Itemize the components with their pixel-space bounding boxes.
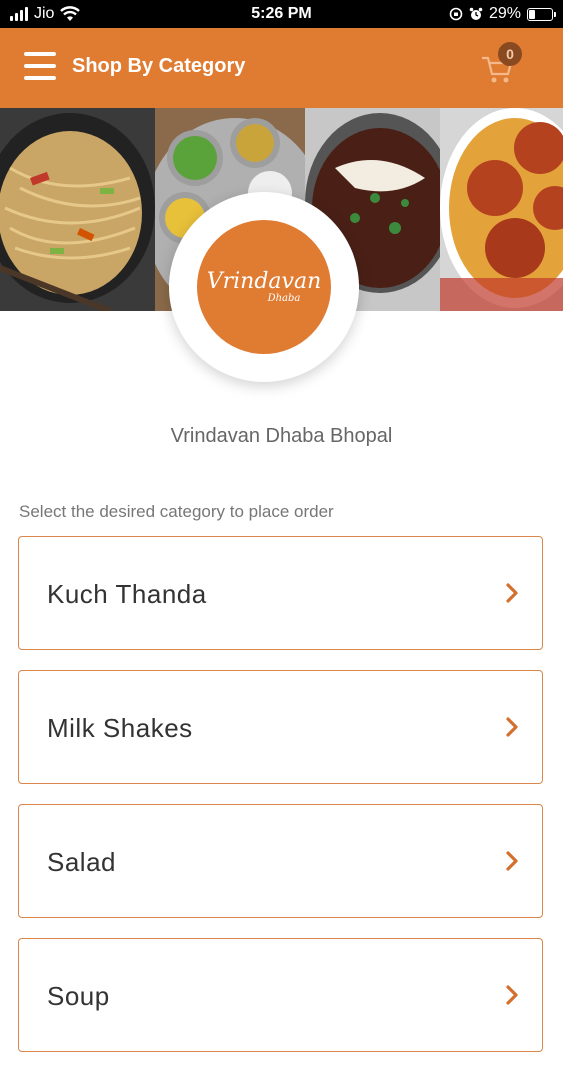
store-name: Vrindavan Dhaba Bhopal [170, 425, 393, 447]
category-label: Soup [47, 981, 110, 1011]
status-bar: Jio 5:26 PM 29% [0, 0, 563, 28]
chevron-right-icon [506, 985, 518, 1005]
chevron-right-icon [506, 583, 518, 603]
category-item-salad[interactable]: Salad [18, 804, 543, 918]
logo-main-text: Vrindavan [206, 268, 322, 294]
category-label: Salad [47, 847, 116, 877]
chevron-right-icon [506, 851, 518, 871]
category-item-milk-shakes[interactable]: Milk Shakes [18, 670, 543, 784]
instruction-text: Select the desired category to place ord… [19, 502, 334, 521]
category-item-kuch-thanda[interactable]: Kuch Thanda [18, 536, 543, 650]
battery-icon [527, 7, 556, 21]
category-item-soup[interactable]: Soup [18, 938, 543, 1052]
gulab-jamun-image [440, 108, 563, 311]
battery-percent: 29% [488, 5, 521, 22]
hamburger-menu-icon[interactable] [24, 52, 56, 80]
logo-badge: Vrindavan Dhaba [197, 220, 331, 354]
logo-sub-text: Dhaba [267, 292, 301, 304]
page-title: Shop By Category [72, 55, 246, 77]
app-header: Shop By Category 0 [0, 28, 563, 108]
orientation-lock-icon [449, 7, 463, 21]
alarm-icon [469, 7, 483, 20]
category-label: Milk Shakes [47, 713, 193, 743]
cart-count-badge: 0 [498, 42, 522, 66]
category-list: Kuch Thanda Milk Shakes Salad Soup [18, 536, 543, 1072]
cart-button[interactable]: 0 [480, 42, 528, 86]
battery-fill [529, 9, 536, 19]
noodles-image [0, 108, 160, 311]
category-label: Kuch Thanda [47, 579, 207, 609]
restaurant-logo: Vrindavan Dhaba [169, 192, 359, 382]
status-right: 29% [449, 5, 556, 23]
chevron-right-icon [506, 717, 518, 737]
